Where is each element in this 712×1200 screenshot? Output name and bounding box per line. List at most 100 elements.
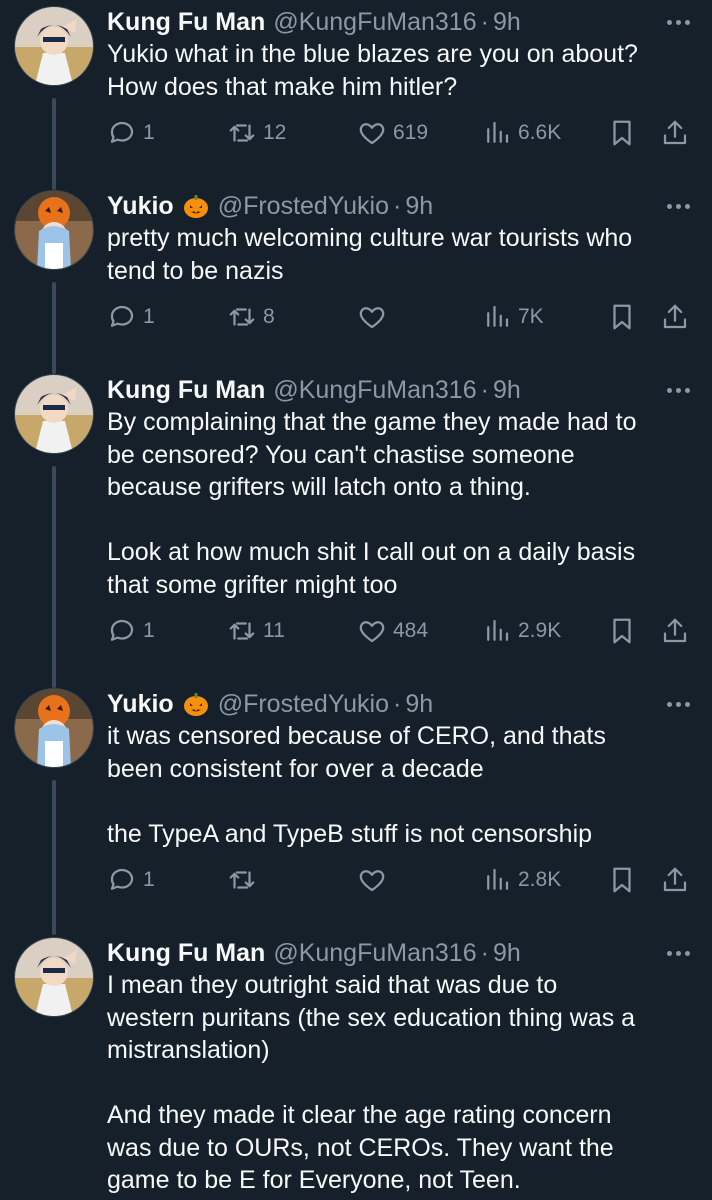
avatar[interactable]: [14, 937, 94, 1017]
views-button[interactable]: 2.9K: [482, 613, 561, 649]
avatar[interactable]: [14, 374, 94, 454]
user-handle[interactable]: @FrostedYukio: [218, 688, 389, 720]
action-bar: 1 8 7K: [107, 299, 694, 335]
timestamp[interactable]: 9h: [493, 374, 521, 406]
share-button[interactable]: [660, 862, 696, 898]
analytics-icon: [487, 121, 509, 143]
display-name[interactable]: Yukio: [107, 190, 174, 222]
separator-dot: ·: [480, 376, 489, 404]
jack-o-lantern-icon: [182, 690, 210, 718]
bookmark-icon: [613, 120, 631, 146]
tweet-text: By complaining that the game they made h…: [107, 408, 637, 599]
reply-count: 1: [143, 121, 155, 144]
view-count: 6.6K: [518, 121, 562, 144]
timestamp[interactable]: 9h: [493, 937, 521, 969]
analytics-icon: [487, 305, 509, 327]
analytics-icon: [487, 619, 509, 641]
retweet-icon: [229, 622, 255, 640]
action-bar: 1 12 619 6.6K: [107, 115, 694, 151]
retweet-count: 12: [263, 121, 287, 144]
retweet-icon: [229, 124, 255, 142]
more-options-icon[interactable]: [662, 690, 694, 718]
timestamp[interactable]: 9h: [405, 190, 433, 222]
tweet-text: pretty much welcoming culture war touris…: [107, 224, 633, 285]
retweet-icon: [229, 871, 255, 889]
avatar[interactable]: [14, 190, 94, 270]
reply-button[interactable]: 1: [107, 613, 155, 649]
user-handle[interactable]: @KungFuMan316: [273, 6, 476, 38]
timestamp[interactable]: 9h: [405, 688, 433, 720]
avatar[interactable]: [14, 6, 94, 86]
reply-button[interactable]: 1: [107, 299, 155, 335]
share-button[interactable]: [660, 613, 696, 649]
reply-icon: [110, 868, 134, 890]
bookmark-button[interactable]: [607, 862, 643, 898]
retweet-count: 8: [263, 305, 275, 328]
user-handle[interactable]: @KungFuMan316: [273, 374, 476, 406]
display-name[interactable]: Kung Fu Man: [107, 937, 265, 969]
share-icon: [663, 618, 687, 643]
user-handle[interactable]: @FrostedYukio: [218, 190, 389, 222]
reply-icon: [110, 121, 134, 143]
thread-connector: [52, 780, 56, 935]
retweet-button[interactable]: 12: [227, 115, 286, 151]
like-button[interactable]: [357, 862, 393, 898]
views-button[interactable]: 2.8K: [482, 862, 561, 898]
heart-icon: [359, 870, 385, 892]
reply-count: 1: [143, 305, 155, 328]
view-count: 2.9K: [518, 619, 562, 642]
like-button[interactable]: [357, 299, 393, 335]
thread-connector: [52, 282, 56, 374]
more-options-icon[interactable]: [662, 192, 694, 220]
share-icon: [663, 120, 687, 145]
reply-count: 1: [143, 868, 155, 891]
bookmark-icon: [613, 867, 631, 893]
thread-connector: [52, 466, 56, 688]
tweet-text: Yukio what in the blue blazes are you on…: [107, 40, 638, 101]
display-name[interactable]: Kung Fu Man: [107, 374, 265, 406]
like-button[interactable]: 484: [357, 613, 428, 649]
views-button[interactable]: 7K: [482, 299, 544, 335]
more-options-icon[interactable]: [662, 376, 694, 404]
bookmark-button[interactable]: [607, 613, 643, 649]
separator-dot: ·: [392, 192, 402, 220]
reply-icon: [110, 305, 134, 327]
more-options-icon[interactable]: [662, 8, 694, 36]
bookmark-button[interactable]: [607, 115, 643, 151]
retweet-icon: [229, 308, 255, 326]
separator-dot: ·: [480, 939, 489, 967]
like-button[interactable]: 619: [357, 115, 428, 151]
user-handle[interactable]: @KungFuMan316: [273, 937, 476, 969]
separator-dot: ·: [392, 690, 402, 718]
reply-count: 1: [143, 619, 155, 642]
heart-icon: [359, 307, 385, 329]
views-button[interactable]: 6.6K: [482, 115, 561, 151]
separator-dot: ·: [480, 8, 489, 36]
reply-icon: [110, 619, 134, 641]
retweet-count: 11: [263, 619, 285, 642]
heart-icon: [359, 123, 385, 145]
display-name[interactable]: Kung Fu Man: [107, 6, 265, 38]
share-button[interactable]: [660, 299, 696, 335]
retweet-button[interactable]: 11: [227, 613, 285, 649]
timestamp[interactable]: 9h: [493, 6, 521, 38]
retweet-button[interactable]: 8: [227, 299, 275, 335]
share-icon: [663, 867, 687, 892]
action-bar: 1 11 484 2.9K: [107, 613, 694, 649]
thread-connector: [52, 98, 56, 190]
more-options-icon[interactable]: [662, 939, 694, 967]
tweet-text: I mean they outright said that was due t…: [107, 971, 636, 1194]
bookmark-icon: [613, 304, 631, 330]
analytics-icon: [487, 868, 509, 890]
reply-button[interactable]: 1: [107, 862, 155, 898]
like-count: 619: [393, 121, 429, 144]
view-count: 7K: [518, 305, 544, 328]
retweet-button[interactable]: [227, 862, 263, 898]
bookmark-button[interactable]: [607, 299, 643, 335]
display-name[interactable]: Yukio: [107, 688, 174, 720]
bookmark-icon: [613, 618, 631, 644]
share-button[interactable]: [660, 115, 696, 151]
avatar[interactable]: [14, 688, 94, 768]
reply-button[interactable]: 1: [107, 115, 155, 151]
action-bar: 1 2.8K: [107, 862, 694, 898]
